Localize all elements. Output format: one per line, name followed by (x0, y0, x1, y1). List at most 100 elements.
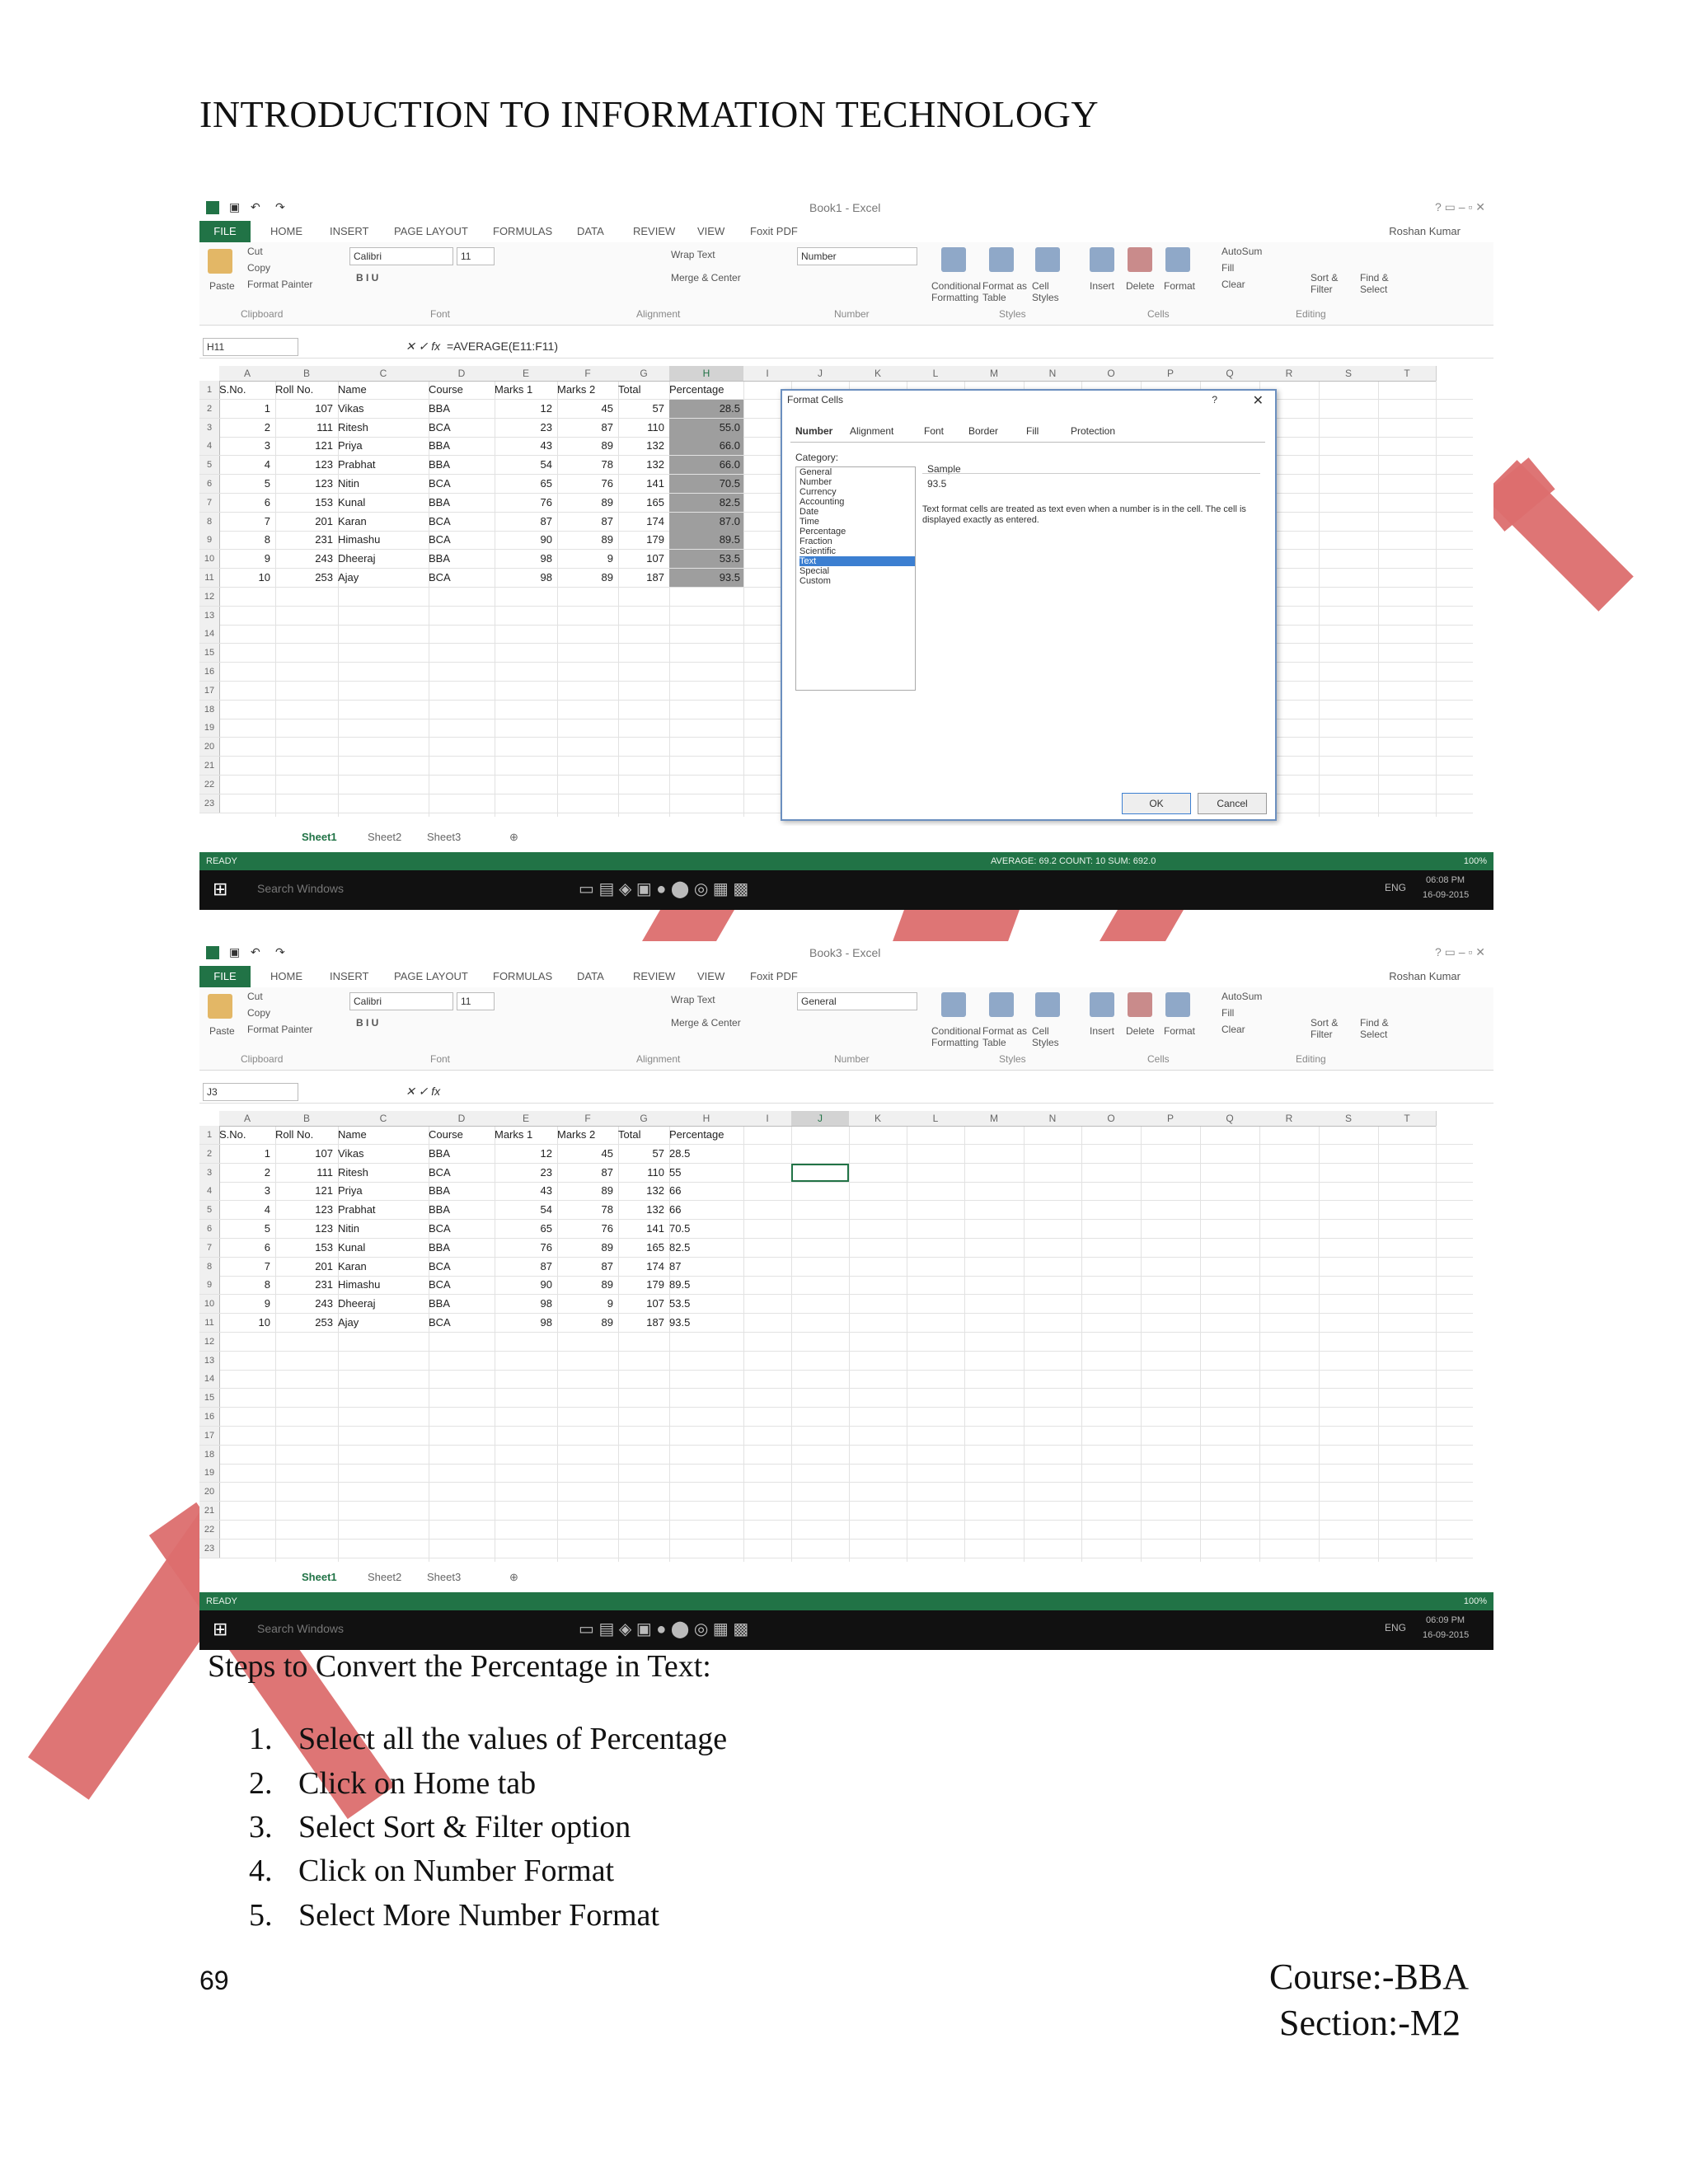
table-cell[interactable]: 66.0 (669, 456, 743, 475)
table-cell[interactable]: 90 (495, 531, 552, 549)
taskbar-time[interactable]: 06:09 PM (1426, 1615, 1465, 1625)
table-cell[interactable]: 132 (618, 456, 664, 474)
table-cell[interactable]: 12 (495, 400, 552, 418)
table-cell[interactable]: 9 (219, 550, 270, 568)
dialog-tab-border[interactable]: Border (968, 425, 998, 437)
cell-styles-button[interactable]: Cell Styles (1032, 1025, 1073, 1048)
table-cell[interactable]: BBA (429, 494, 490, 512)
row-number[interactable]: 13 (199, 606, 220, 625)
name-box[interactable]: J3 (203, 1083, 298, 1101)
table-header-cell[interactable]: Marks 2 (557, 1126, 613, 1144)
row-number[interactable]: 14 (199, 625, 220, 644)
table-cell[interactable]: Vikas (338, 400, 424, 418)
table-cell[interactable]: 70.5 (669, 1220, 738, 1238)
clear-button[interactable]: Clear (1221, 279, 1245, 290)
category-item-number[interactable]: Number (799, 477, 915, 487)
table-cell[interactable]: 57 (618, 1145, 664, 1163)
table-cell[interactable]: 23 (495, 419, 552, 437)
row-number[interactable]: 18 (199, 1445, 220, 1464)
row-number[interactable]: 1 (199, 381, 220, 399)
insert-button[interactable]: Insert (1090, 280, 1114, 292)
table-cell[interactable]: 89 (557, 1276, 613, 1294)
row-number[interactable]: 3 (199, 418, 220, 437)
insert-button[interactable]: Insert (1090, 1025, 1114, 1037)
row-number[interactable]: 7 (199, 493, 220, 512)
column-header-g[interactable]: G (618, 366, 670, 382)
table-cell[interactable]: 93.5 (669, 1314, 738, 1332)
column-header-l[interactable]: L (907, 1111, 965, 1127)
insert-cells-icon[interactable] (1090, 247, 1114, 272)
wrap-text-button[interactable]: Wrap Text (671, 249, 715, 260)
fill-button[interactable]: Fill (1221, 262, 1234, 274)
table-cell[interactable]: 231 (275, 531, 333, 549)
conditional-formatting-icon[interactable] (941, 247, 966, 272)
table-cell[interactable]: 107 (618, 1295, 664, 1313)
number-format-select[interactable]: Number (797, 247, 917, 265)
table-cell[interactable]: 98 (495, 1295, 552, 1313)
paste-icon[interactable] (208, 994, 232, 1019)
column-header-h[interactable]: H (669, 366, 744, 382)
table-cell[interactable]: Prabhat (338, 456, 424, 474)
table-header-cell[interactable]: Percentage (669, 1126, 738, 1144)
tab-view[interactable]: VIEW (697, 970, 724, 982)
conditional-formatting-button[interactable]: Conditional Formatting (931, 280, 981, 303)
table-cell[interactable]: 57 (618, 400, 664, 418)
delete-button[interactable]: Delete (1126, 1025, 1155, 1037)
table-cell[interactable]: 76 (495, 494, 552, 512)
category-item-fraction[interactable]: Fraction (799, 537, 915, 546)
dialog-tab-alignment[interactable]: Alignment (850, 425, 893, 437)
table-header-cell[interactable]: Name (338, 381, 424, 399)
window-controls[interactable]: ? ▭ – ▫ ✕ (1435, 200, 1485, 214)
table-cell[interactable]: 123 (275, 475, 333, 493)
row-number[interactable]: 9 (199, 531, 220, 550)
column-header-r[interactable]: R (1259, 366, 1320, 382)
table-cell[interactable]: 243 (275, 1295, 333, 1313)
category-list[interactable]: General Number Currency Accounting Date Time P… (795, 466, 916, 691)
table-cell[interactable]: 111 (275, 1164, 333, 1182)
ok-button[interactable]: OK (1122, 793, 1191, 814)
table-cell[interactable]: 5 (219, 475, 270, 493)
table-cell[interactable]: Himashu (338, 531, 424, 549)
row-number[interactable]: 10 (199, 1295, 220, 1314)
table-cell[interactable]: Dheeraj (338, 1295, 424, 1313)
table-cell[interactable]: 66 (669, 1201, 738, 1219)
taskbar-date[interactable]: 16-09-2015 (1423, 1630, 1469, 1640)
dialog-tab-fill[interactable]: Fill (1026, 425, 1039, 437)
table-cell[interactable]: 179 (618, 1276, 664, 1294)
tab-file[interactable]: FILE (199, 966, 251, 987)
table-cell[interactable]: Himashu (338, 1276, 424, 1294)
row-number[interactable]: 16 (199, 1408, 220, 1426)
table-cell[interactable]: BCA (429, 1258, 490, 1276)
table-cell[interactable]: BBA (429, 1201, 490, 1219)
table-cell[interactable]: 231 (275, 1276, 333, 1294)
sheet-tab-1[interactable]: Sheet1 (302, 1571, 337, 1583)
taskbar-search[interactable]: Search Windows (257, 882, 344, 895)
table-header-cell[interactable]: Percentage (669, 381, 738, 399)
table-header-cell[interactable]: S.No. (219, 381, 270, 399)
table-cell[interactable]: 23 (495, 1164, 552, 1182)
table-cell[interactable]: 55.0 (669, 418, 743, 437)
table-cell[interactable]: Ajay (338, 1314, 424, 1332)
row-number[interactable]: 6 (199, 1220, 220, 1238)
row-number[interactable]: 7 (199, 1238, 220, 1257)
table-cell[interactable]: 201 (275, 513, 333, 531)
new-sheet-icon[interactable]: ⊕ (509, 831, 518, 844)
column-header-a[interactable]: A (219, 366, 276, 382)
table-cell[interactable]: 89 (557, 531, 613, 549)
column-header-j[interactable]: J (791, 366, 850, 382)
tab-foxit-pdf[interactable]: Foxit PDF (750, 970, 798, 982)
table-cell[interactable]: 141 (618, 1220, 664, 1238)
taskbar-time[interactable]: 06:08 PM (1426, 875, 1465, 885)
table-cell[interactable]: 93.5 (669, 569, 743, 587)
format-button[interactable]: Format (1164, 1025, 1195, 1037)
table-cell[interactable]: BCA (429, 1276, 490, 1294)
start-icon[interactable]: ⊞ (213, 1619, 227, 1640)
column-header-c[interactable]: C (338, 366, 429, 382)
row-number[interactable]: 11 (199, 569, 220, 587)
row-number[interactable]: 23 (199, 794, 220, 813)
table-cell[interactable]: 87 (557, 513, 613, 531)
row-number[interactable]: 6 (199, 475, 220, 493)
format-cells-icon[interactable] (1165, 992, 1190, 1017)
tab-review[interactable]: REVIEW (633, 225, 675, 237)
cut-button[interactable]: Cut (247, 991, 263, 1002)
